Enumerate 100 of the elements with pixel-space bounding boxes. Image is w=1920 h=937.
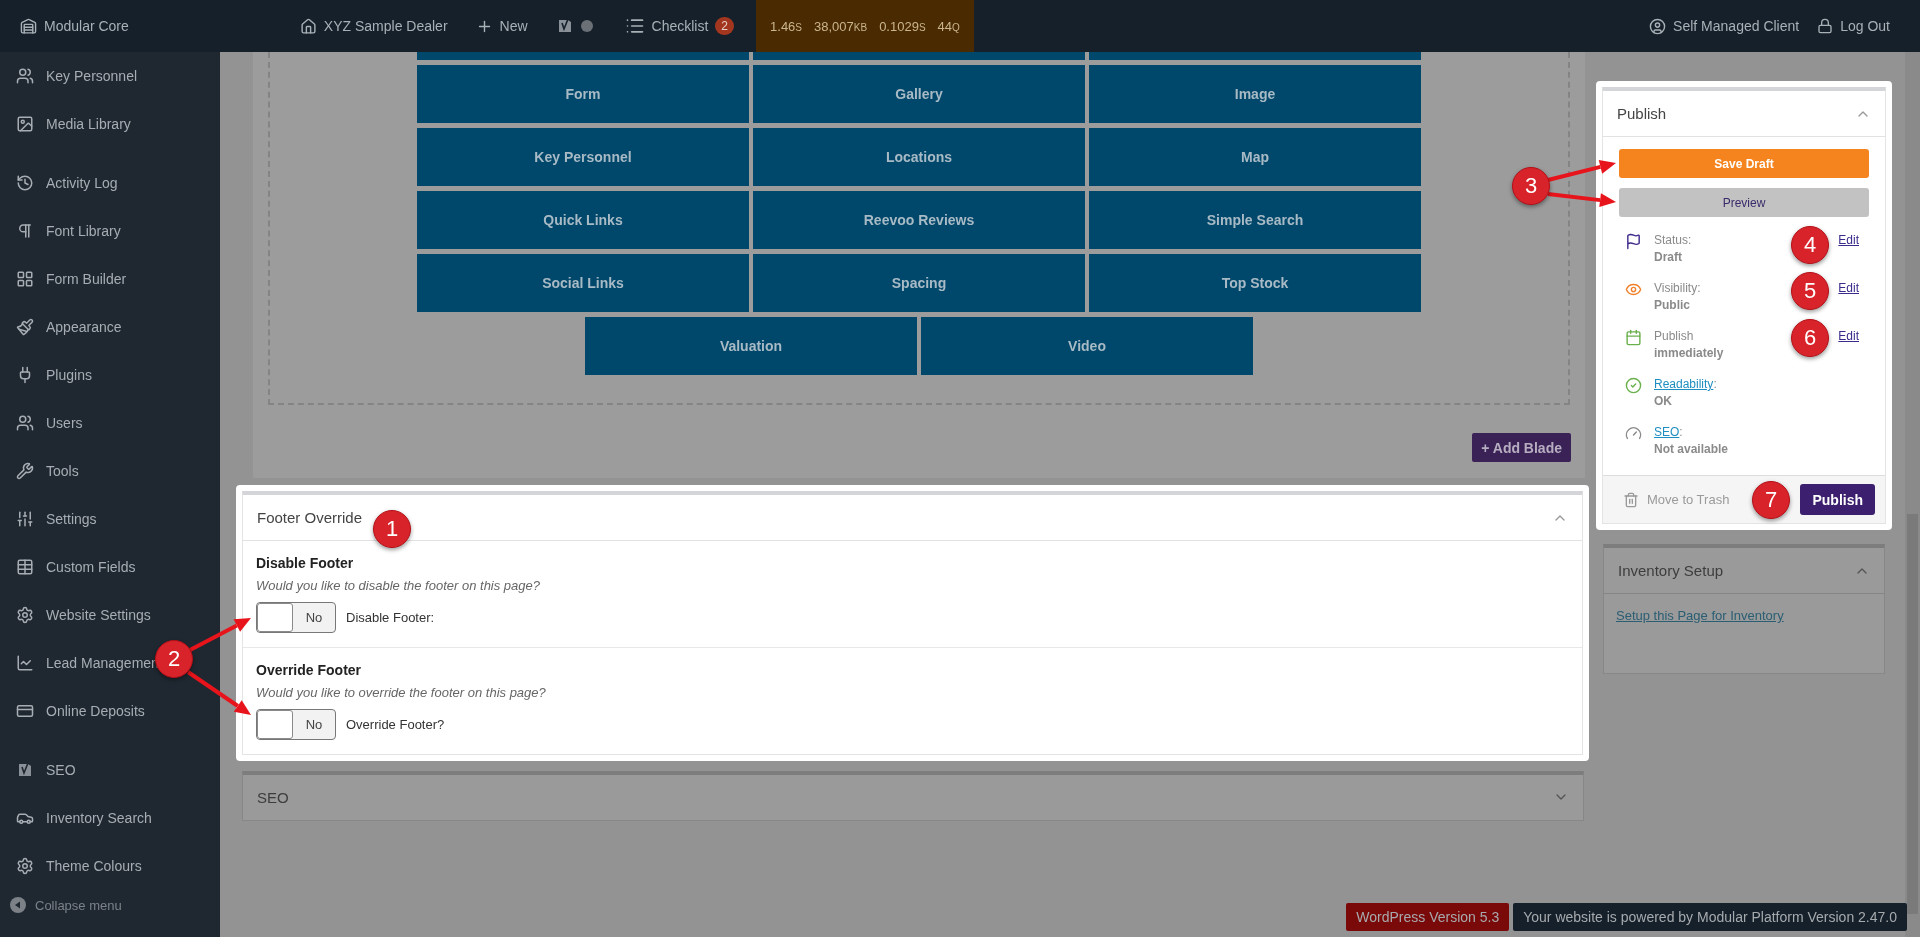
toggle-caption: Disable Footer: bbox=[346, 610, 435, 625]
new-link[interactable]: New bbox=[499, 18, 528, 34]
trash-icon bbox=[1623, 491, 1639, 508]
sidebar-item[interactable]: Custom Fields bbox=[0, 543, 136, 591]
sidebar-item[interactable]: Plugins bbox=[0, 351, 92, 399]
menu-icon bbox=[16, 222, 34, 240]
label-suffix: : bbox=[1713, 377, 1717, 391]
blade-option[interactable]: Locations bbox=[753, 128, 1085, 186]
panel-title: Publish bbox=[1617, 105, 1667, 122]
blade-option[interactable]: Valuation bbox=[585, 317, 917, 375]
check-circle-icon bbox=[1625, 377, 1642, 394]
debug-stat: 0.1029S bbox=[879, 18, 926, 34]
user-name[interactable]: Self Managed Client bbox=[1673, 18, 1800, 34]
sidebar-item[interactable]: Theme Colours bbox=[0, 842, 142, 890]
status-label: Status: bbox=[1654, 233, 1692, 247]
annotation-arrow bbox=[186, 670, 251, 715]
sidebar-item[interactable]: Tools bbox=[0, 447, 79, 495]
edit-link[interactable]: Edit bbox=[1838, 281, 1859, 295]
edit-link[interactable]: Edit bbox=[1838, 233, 1859, 247]
sidebar-item[interactable]: Users bbox=[0, 399, 83, 447]
menu-icon bbox=[16, 67, 34, 85]
sidebar-item[interactable]: Settings bbox=[0, 495, 97, 543]
edit-link[interactable]: Edit bbox=[1838, 329, 1859, 343]
publish-button[interactable]: Publish bbox=[1800, 484, 1875, 515]
menu-icon bbox=[16, 558, 34, 576]
annotation-arrow bbox=[189, 618, 251, 652]
menu-icon bbox=[16, 270, 34, 288]
blade-option[interactable]: Map bbox=[1089, 128, 1421, 186]
panel-title: SEO bbox=[257, 788, 289, 806]
checklist-link[interactable]: Checklist bbox=[651, 18, 709, 34]
scrollbar[interactable] bbox=[1905, 52, 1920, 937]
blade-option[interactable]: Video bbox=[921, 317, 1253, 375]
menu-icon bbox=[16, 318, 34, 336]
list-icon bbox=[624, 16, 645, 36]
menu-icon bbox=[16, 857, 34, 875]
blade-option[interactable]: Image bbox=[1089, 65, 1421, 123]
user-icon bbox=[1649, 17, 1667, 35]
debug-stat: 1.46S bbox=[770, 18, 803, 34]
status-value: immediately bbox=[1654, 346, 1724, 360]
sidebar-item[interactable]: Inventory Search bbox=[0, 794, 152, 842]
blade-option[interactable]: Simple Search bbox=[1089, 191, 1421, 249]
sidebar-item[interactable]: Online Deposits bbox=[0, 687, 145, 735]
status-value: Draft bbox=[1654, 250, 1682, 264]
dealer-link[interactable]: XYZ Sample Dealer bbox=[323, 18, 448, 34]
status-label: Publish bbox=[1654, 329, 1694, 343]
site-name[interactable]: Modular Core bbox=[44, 18, 129, 34]
field-title: Override Footer bbox=[256, 662, 363, 678]
preview-button[interactable]: Preview bbox=[1619, 188, 1869, 217]
sidebar-item[interactable]: Activity Log bbox=[0, 159, 118, 207]
sidebar-item[interactable]: Website Settings bbox=[0, 591, 151, 639]
sidebar-item[interactable]: Media Library bbox=[0, 100, 131, 148]
blade-option[interactable]: Gallery bbox=[753, 65, 1085, 123]
seo-plugin-icon bbox=[16, 761, 34, 779]
annotation-arrow bbox=[1547, 192, 1616, 208]
collapse-menu[interactable]: Collapse menu bbox=[0, 897, 220, 913]
label-suffix: : bbox=[1679, 425, 1683, 439]
debug-stat: 44Q bbox=[937, 18, 960, 34]
debug-stat: 38,007KB bbox=[814, 18, 868, 34]
blade-option[interactable]: Form bbox=[417, 65, 749, 123]
status-dot bbox=[580, 20, 593, 32]
sidebar-item[interactable]: Appearance bbox=[0, 303, 122, 351]
menu-icon bbox=[16, 606, 34, 624]
blade-option[interactable]: Spacing bbox=[753, 254, 1085, 312]
calendar-icon bbox=[1625, 329, 1642, 346]
panel-title: Inventory Setup bbox=[1618, 562, 1724, 579]
logout-link[interactable]: Log Out bbox=[1840, 18, 1890, 34]
blade-option[interactable]: Top Stock bbox=[1089, 254, 1421, 312]
blade-option[interactable]: Key Personnel bbox=[417, 128, 749, 186]
lock-icon bbox=[1817, 18, 1834, 34]
house-group-icon bbox=[20, 17, 37, 35]
status-label: Visibility: bbox=[1654, 281, 1701, 295]
field-title: Disable Footer bbox=[256, 555, 355, 571]
menu-icon bbox=[16, 654, 34, 672]
count-badge: 2 bbox=[715, 17, 735, 35]
blade-option[interactable]: Social Links bbox=[417, 254, 749, 312]
platform-version: Your website is powered by Modular Platform Version 2.47.0 bbox=[1513, 903, 1907, 931]
sidebar-item[interactable]: SEO bbox=[0, 746, 76, 794]
sidebar-item[interactable]: Key Personnel bbox=[0, 52, 138, 100]
menu-icon bbox=[16, 414, 34, 432]
blade-option[interactable]: Reevoo Reviews bbox=[753, 191, 1085, 249]
menu-icon bbox=[16, 174, 34, 192]
gauge-icon bbox=[1625, 425, 1642, 442]
blade-option[interactable]: Quick Links bbox=[417, 191, 749, 249]
menu-icon bbox=[16, 462, 34, 480]
flag-icon bbox=[1625, 233, 1642, 250]
status-value: OK bbox=[1654, 394, 1672, 408]
eye-icon bbox=[1625, 281, 1642, 298]
sidebar-item[interactable]: Font Library bbox=[0, 207, 121, 255]
menu-icon bbox=[16, 702, 34, 720]
sidebar-item[interactable]: Form Builder bbox=[0, 255, 127, 303]
toggle-switch[interactable]: No bbox=[256, 709, 336, 740]
annotation-arrow bbox=[1547, 160, 1616, 182]
toggle-switch[interactable]: No bbox=[256, 602, 336, 633]
add-blade-button[interactable]: + Add Blade bbox=[1472, 433, 1571, 462]
field-hint: Would you like to override the footer on this page? bbox=[256, 685, 547, 700]
menu-icon bbox=[16, 115, 34, 133]
status-value: Public bbox=[1654, 298, 1690, 312]
wordpress-version: WordPress Version 5.3 bbox=[1346, 903, 1510, 931]
menu-icon bbox=[16, 510, 34, 528]
seo-panel[interactable]: SEO bbox=[242, 771, 1584, 821]
